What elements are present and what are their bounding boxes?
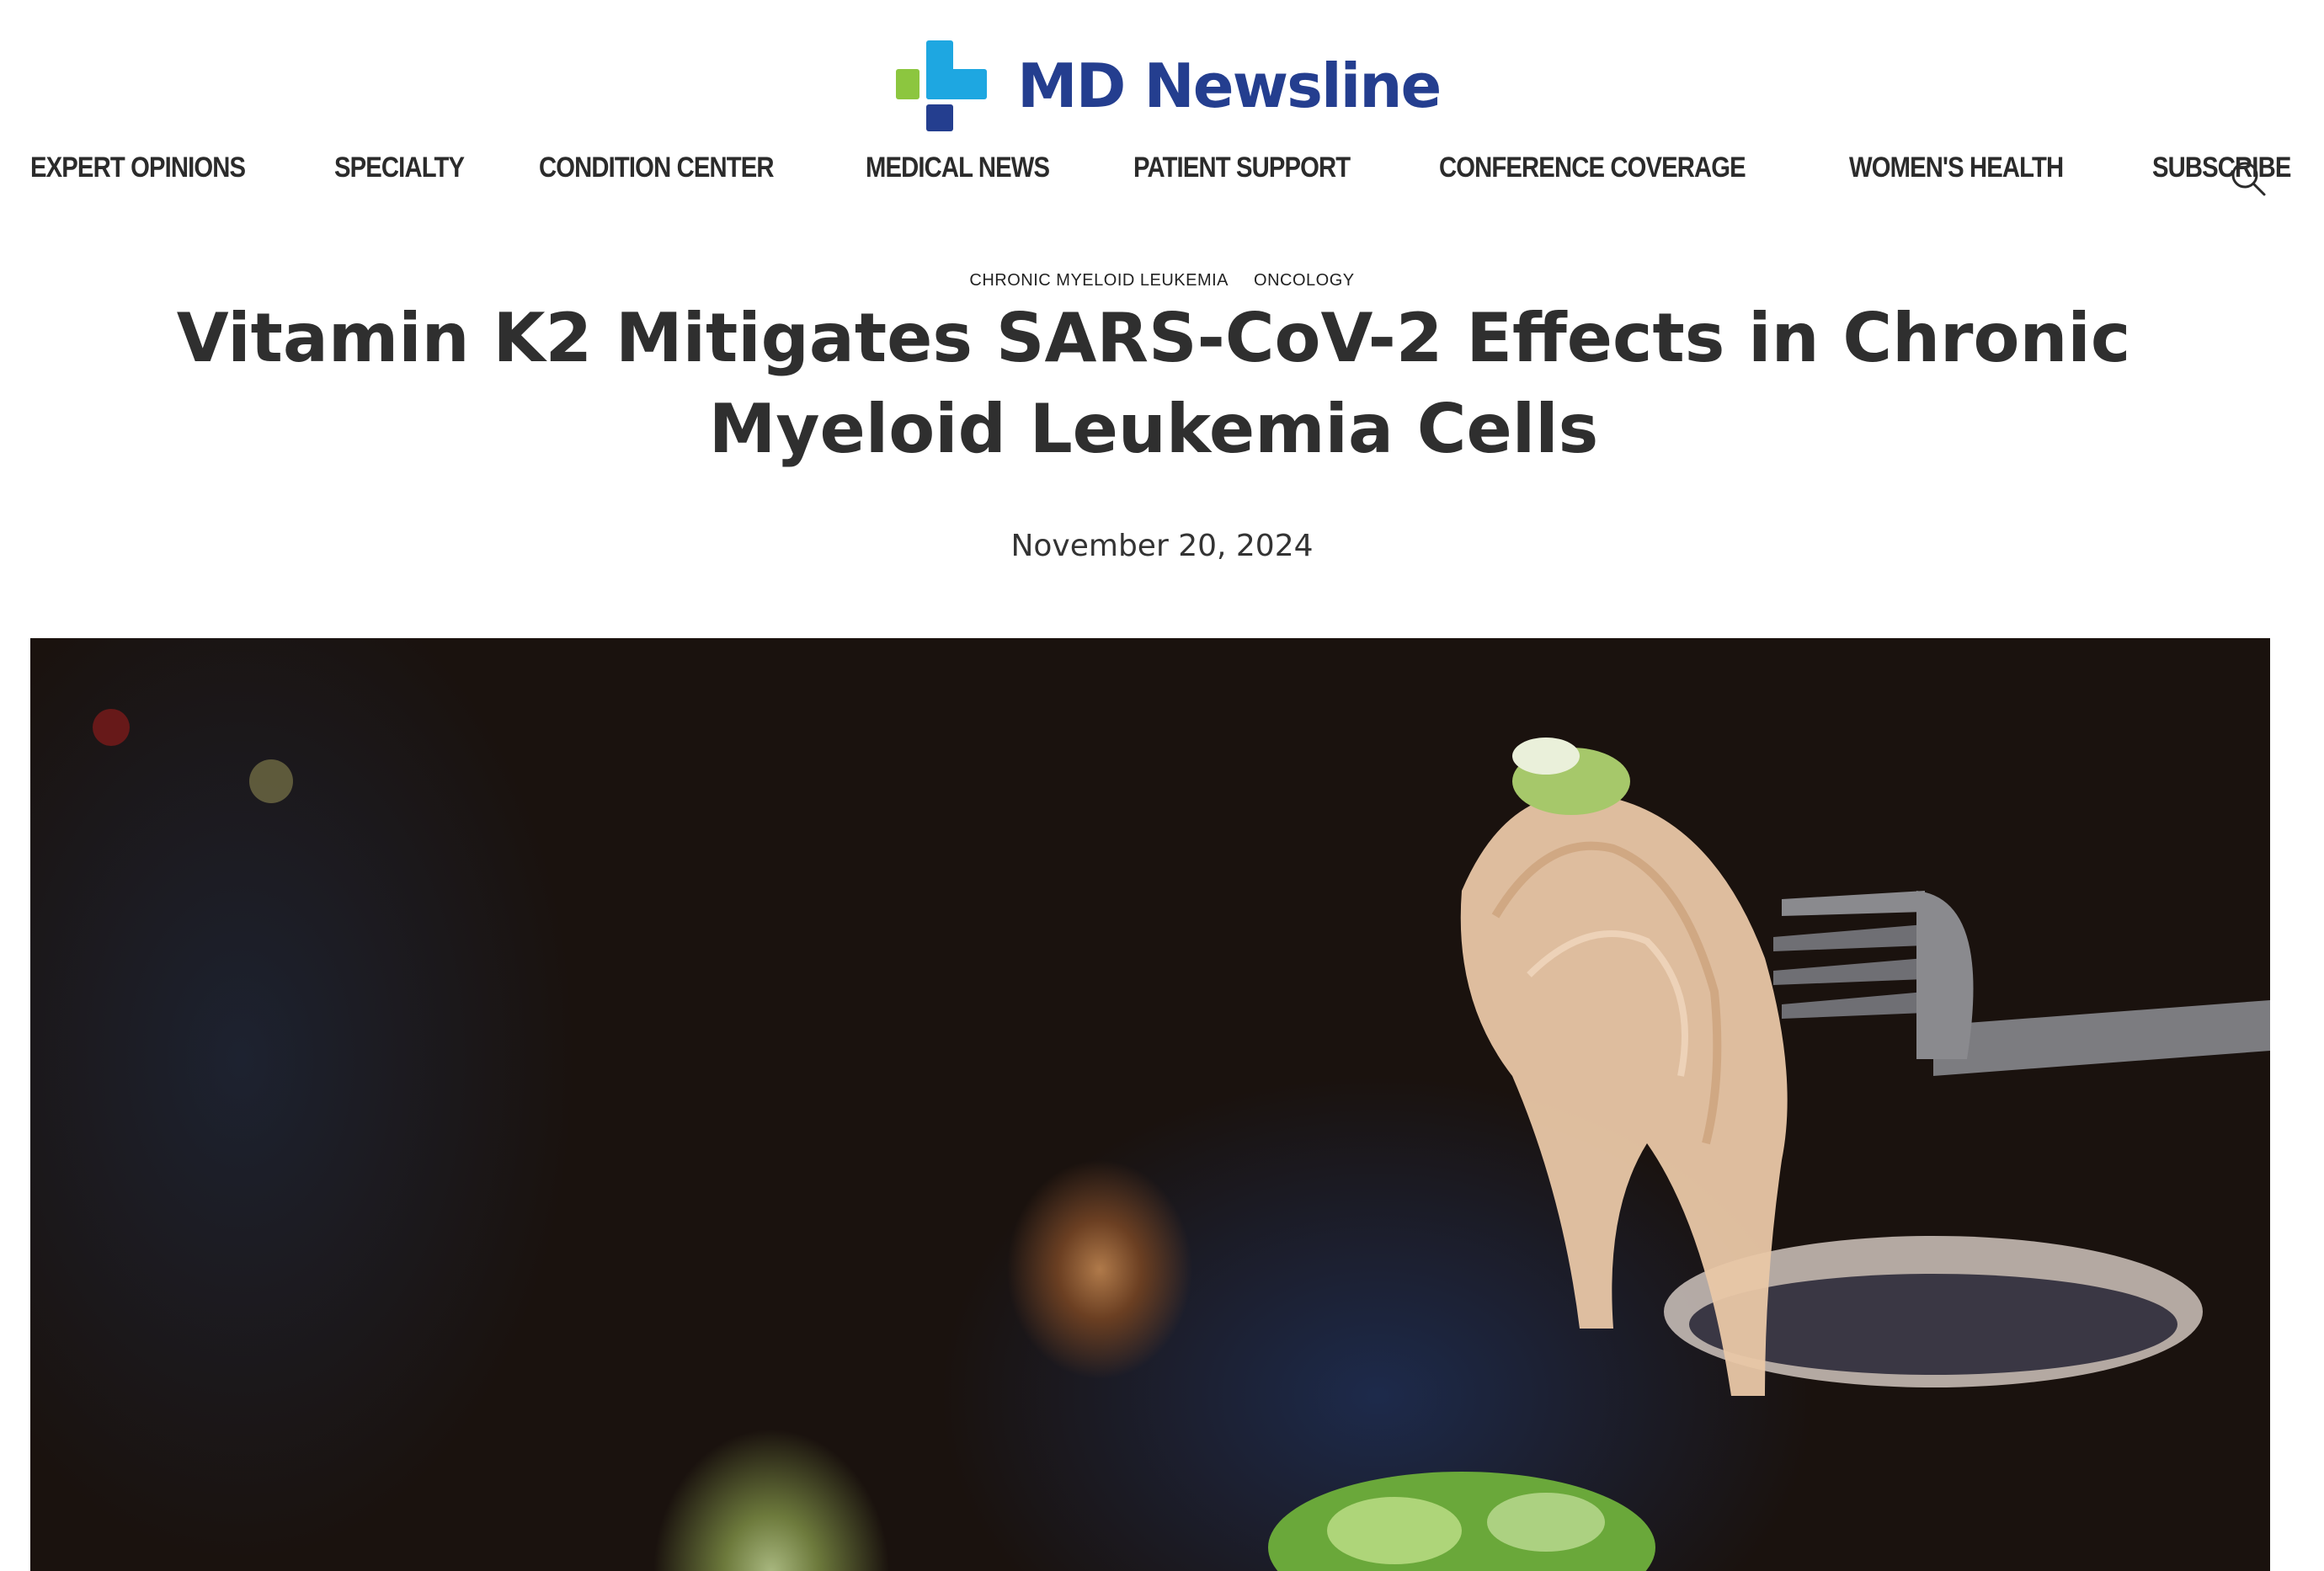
main-nav: EXPERT OPINIONS SPECIALTY CONDITION CENT… [30, 152, 2324, 184]
nav-item-expert-opinions[interactable]: EXPERT OPINIONS [30, 152, 246, 184]
tag-oncology[interactable]: ONCOLOGY [1254, 271, 1355, 290]
nav-item-conference-coverage[interactable]: CONFERENCE COVERAGE [1439, 152, 1746, 184]
category-tags: CHRONIC MYELOID LEUKEMIA ONCOLOGY [0, 271, 2324, 290]
site-logo[interactable]: MD Newsline [896, 40, 1442, 131]
tag-chronic-myeloid-leukemia[interactable]: CHRONIC MYELOID LEUKEMIA [969, 271, 1229, 290]
nav-item-medical-news[interactable]: MEDICAL NEWS [866, 152, 1050, 184]
search-icon[interactable] [2230, 160, 2267, 197]
hero-image [30, 638, 2270, 1571]
nav-item-specialty[interactable]: SPECIALTY [334, 152, 465, 184]
nav-item-subscribe[interactable]: SUBSCRIBE [2152, 152, 2291, 184]
article-date: November 20, 2024 [1010, 529, 1314, 563]
nav-item-patient-support[interactable]: PATIENT SUPPORT [1133, 152, 1351, 184]
logo-wordmark: MD Newsline [1017, 51, 1442, 121]
logo-cross-icon [896, 40, 987, 131]
nav-item-condition-center[interactable]: CONDITION CENTER [539, 152, 775, 184]
article-title: Vitamin K2 Mitigates SARS-CoV-2 Effects … [176, 299, 2131, 468]
nav-item-womens-health[interactable]: WOMEN'S HEALTH [1849, 152, 2064, 184]
